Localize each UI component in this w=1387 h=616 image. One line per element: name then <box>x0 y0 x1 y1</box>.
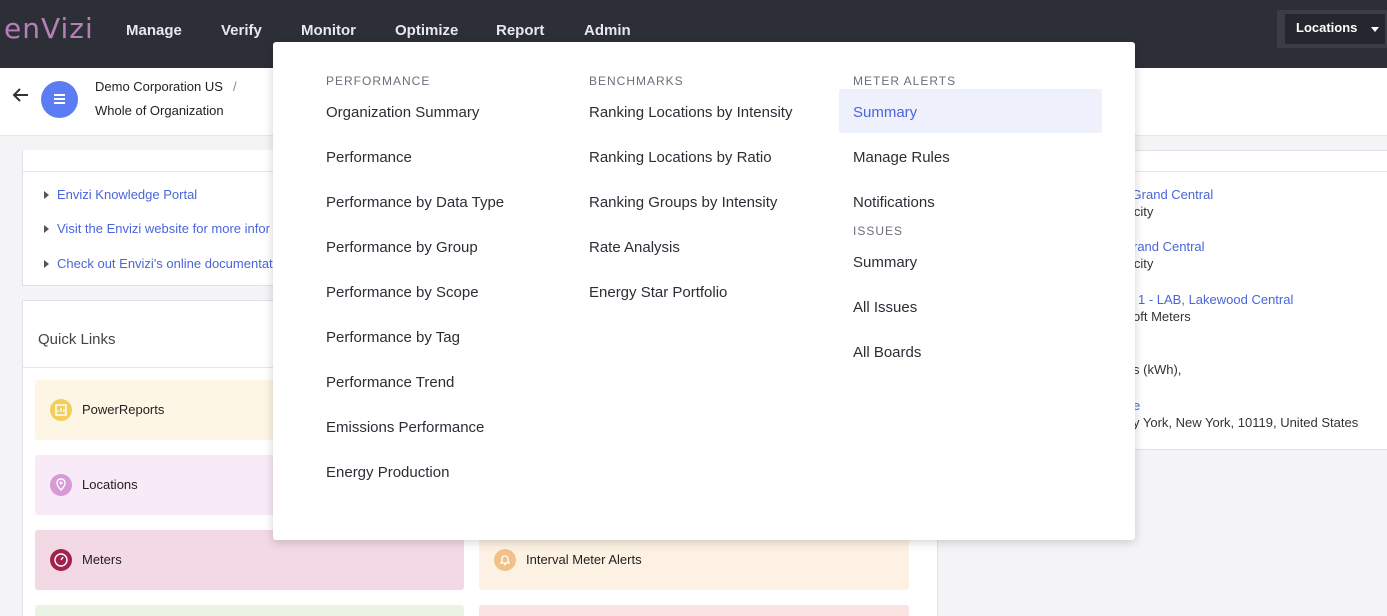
breadcrumb-organization[interactable]: Demo Corporation US <box>95 79 223 94</box>
quick-link-tile-partial[interactable] <box>479 605 909 616</box>
tile-label: Locations <box>82 477 138 492</box>
nav-admin[interactable]: Admin <box>584 22 631 39</box>
menu-item-emissions-performance[interactable]: Emissions Performance <box>326 419 484 436</box>
bullet-icon <box>44 191 49 199</box>
monitor-dropdown-menu: PERFORMANCE Organization Summary Perform… <box>273 42 1135 540</box>
recent-item-subtext: oft Meters <box>1133 309 1191 324</box>
breadcrumb-separator: / <box>233 79 237 94</box>
recent-item-link[interactable]: rand Central <box>1133 239 1205 254</box>
caret-down-icon <box>1371 27 1379 32</box>
menu-item-all-boards[interactable]: All Boards <box>853 344 921 361</box>
bullet-icon <box>44 225 49 233</box>
location-pin-icon <box>50 474 72 496</box>
menu-item-performance[interactable]: Performance <box>326 149 412 166</box>
menu-item-energy-production[interactable]: Energy Production <box>326 464 449 481</box>
report-icon <box>50 399 72 421</box>
hamburger-menu-icon[interactable] <box>41 81 78 118</box>
help-link-website[interactable]: Visit the Envizi website for more infor <box>57 221 270 236</box>
menu-item-energy-star-portfolio[interactable]: Energy Star Portfolio <box>589 284 727 301</box>
dropdown-heading-meter-alerts: METER ALERTS <box>853 74 957 88</box>
recent-item-link[interactable]: 1 - LAB, Lakewood Central <box>1138 292 1293 307</box>
menu-item-issues-summary[interactable]: Summary <box>853 254 917 271</box>
recent-item-subtext: s (kWh), <box>1133 362 1182 377</box>
dropdown-heading-performance: PERFORMANCE <box>326 74 431 88</box>
menu-item-organization-summary[interactable]: Organization Summary <box>326 104 479 121</box>
nav-monitor[interactable]: Monitor <box>301 22 356 39</box>
locations-label: Locations <box>1296 20 1358 35</box>
back-arrow-icon[interactable] <box>12 86 30 110</box>
quick-link-tile-partial[interactable] <box>35 605 464 616</box>
menu-item-ranking-groups-by-intensity[interactable]: Ranking Groups by Intensity <box>589 194 777 211</box>
menu-item-notifications[interactable]: Notifications <box>853 194 935 211</box>
recent-item-subtext: y York, New York, 10119, United States <box>1133 415 1359 430</box>
dropdown-heading-issues: ISSUES <box>853 224 904 238</box>
tile-label: Interval Meter Alerts <box>526 552 642 567</box>
envizi-logo[interactable]: enVizi <box>4 12 94 45</box>
menu-item-rate-analysis[interactable]: Rate Analysis <box>589 239 680 256</box>
gauge-icon <box>50 549 72 571</box>
dropdown-heading-benchmarks: BENCHMARKS <box>589 74 684 88</box>
nav-optimize[interactable]: Optimize <box>395 22 458 39</box>
bell-icon <box>494 549 516 571</box>
nav-report[interactable]: Report <box>496 22 544 39</box>
menu-item-ranking-locations-by-intensity[interactable]: Ranking Locations by Intensity <box>589 104 792 121</box>
menu-item-meter-alerts-summary[interactable]: Summary <box>853 104 917 121</box>
menu-item-all-issues[interactable]: All Issues <box>853 299 917 316</box>
menu-item-ranking-locations-by-ratio[interactable]: Ranking Locations by Ratio <box>589 149 772 166</box>
tile-label: Meters <box>82 552 122 567</box>
menu-item-performance-by-scope[interactable]: Performance by Scope <box>326 284 479 301</box>
quick-links-title: Quick Links <box>38 331 116 348</box>
menu-item-performance-trend[interactable]: Performance Trend <box>326 374 454 391</box>
breadcrumb-scope[interactable]: Whole of Organization <box>95 103 224 118</box>
nav-manage[interactable]: Manage <box>126 22 182 39</box>
nav-verify[interactable]: Verify <box>221 22 262 39</box>
menu-item-manage-rules[interactable]: Manage Rules <box>853 149 950 166</box>
locations-dropdown-button[interactable]: Locations <box>1285 14 1385 44</box>
menu-item-performance-by-tag[interactable]: Performance by Tag <box>326 329 460 346</box>
tile-label: PowerReports <box>82 402 165 417</box>
bullet-icon <box>44 260 49 268</box>
help-link-documentation[interactable]: Check out Envizi's online documentat <box>57 256 273 271</box>
help-link-knowledge-portal[interactable]: Envizi Knowledge Portal <box>57 187 197 202</box>
menu-item-performance-by-group[interactable]: Performance by Group <box>326 239 478 256</box>
menu-item-performance-by-data-type[interactable]: Performance by Data Type <box>326 194 504 211</box>
